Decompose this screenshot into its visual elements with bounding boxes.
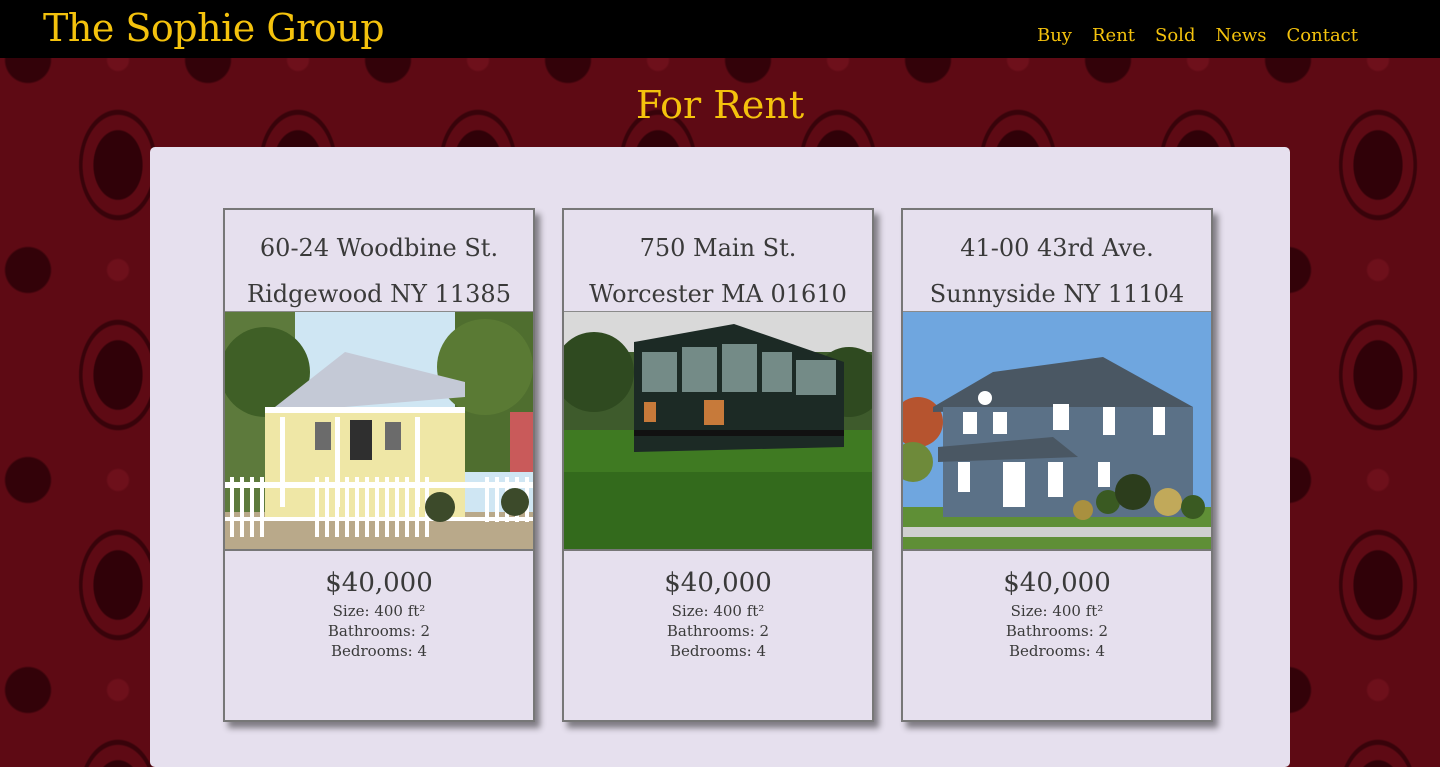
- blue-house-photo[interactable]: [903, 312, 1211, 551]
- listing-bathrooms: Bathrooms: 2: [327, 622, 431, 640]
- listing-specs: Size: 400 ft² Bathrooms: 2 Bedrooms: 4: [564, 601, 872, 661]
- nav-news[interactable]: News: [1215, 24, 1266, 48]
- yellow-cottage-photo[interactable]: [225, 312, 533, 551]
- listing-specs: Size: 400 ft² Bathrooms: 2 Bedrooms: 4: [903, 601, 1211, 661]
- page-title: For Rent: [635, 83, 805, 127]
- nav-rent[interactable]: Rent: [1092, 24, 1135, 48]
- top-navbar: The Sophie Group Buy Rent Sold News Cont…: [0, 0, 1440, 58]
- brand-logo[interactable]: The Sophie Group: [43, 4, 385, 52]
- listing-address: 41-00 43rd Ave. Sunnyside NY 11104: [903, 210, 1211, 312]
- listing-card[interactable]: 750 Main St. Worcester MA 01610 $40,000 …: [562, 208, 874, 722]
- listing-bathrooms: Bathrooms: 2: [666, 622, 770, 640]
- listing-size: Size: 400 ft²: [671, 602, 765, 620]
- listing-card[interactable]: 41-00 43rd Ave. Sunnyside NY 11104 $40,0…: [901, 208, 1213, 722]
- listing-bedrooms: Bedrooms: 4: [1008, 642, 1106, 660]
- listing-city: Ridgewood NY 11385: [247, 280, 511, 308]
- listing-bedrooms: Bedrooms: 4: [330, 642, 428, 660]
- nav-contact[interactable]: Contact: [1287, 24, 1358, 48]
- listing-street: 750 Main St.: [639, 234, 797, 262]
- listing-city: Sunnyside NY 11104: [929, 280, 1185, 308]
- nav-sold[interactable]: Sold: [1155, 24, 1195, 48]
- listing-street: 41-00 43rd Ave.: [960, 234, 1154, 262]
- listing-price: $40,000: [1003, 568, 1111, 598]
- listing-city: Worcester MA 01610: [589, 280, 847, 308]
- main-nav: Buy Rent Sold News Contact: [1037, 24, 1358, 48]
- listing-size: Size: 400 ft²: [332, 602, 426, 620]
- listing-bathrooms: Bathrooms: 2: [1005, 622, 1109, 640]
- listing-specs: Size: 400 ft² Bathrooms: 2 Bedrooms: 4: [225, 601, 533, 661]
- listing-address: 750 Main St. Worcester MA 01610: [564, 210, 872, 312]
- listing-bedrooms: Bedrooms: 4: [669, 642, 767, 660]
- nav-buy[interactable]: Buy: [1037, 24, 1072, 48]
- listing-address: 60-24 Woodbine St. Ridgewood NY 11385: [225, 210, 533, 312]
- glass-house-photo[interactable]: [564, 312, 872, 551]
- listing-street: 60-24 Woodbine St.: [259, 234, 499, 262]
- listing-size: Size: 400 ft²: [1010, 602, 1104, 620]
- listing-card[interactable]: 60-24 Woodbine St. Ridgewood NY 11385 $4…: [223, 208, 535, 722]
- listing-price: $40,000: [325, 568, 433, 598]
- listing-price: $40,000: [664, 568, 772, 598]
- listings-panel: 60-24 Woodbine St. Ridgewood NY 11385 $4…: [150, 147, 1290, 767]
